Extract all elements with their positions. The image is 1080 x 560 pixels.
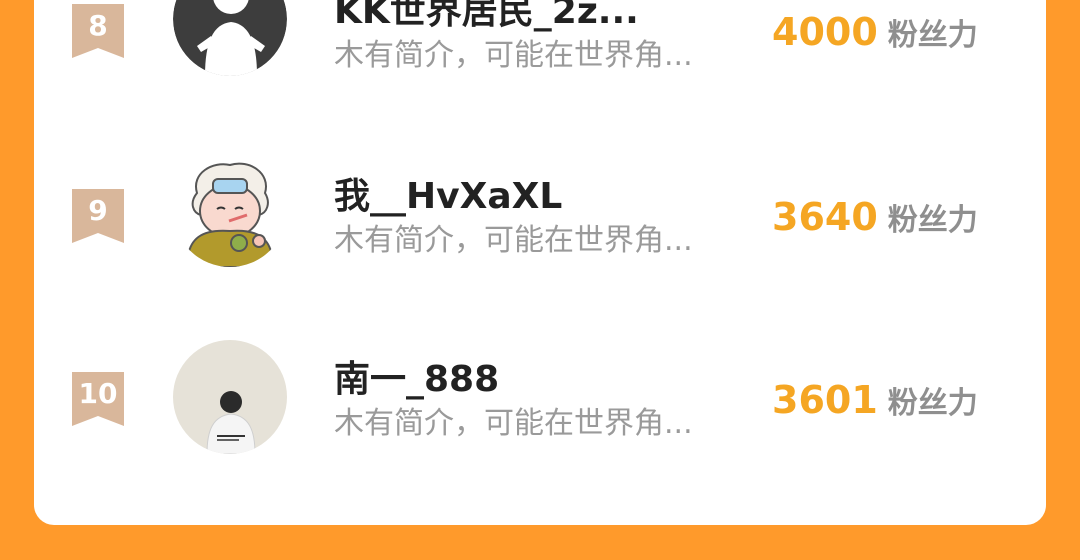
fan-power-score: 3601 粉丝力 [772,378,978,430]
score-value: 4000 [772,10,878,54]
fan-power-score: 4000 粉丝力 [772,10,978,62]
photo-person-avatar[interactable] [173,340,287,454]
user-bio: 木有简介，可能在世界角... [334,38,693,73]
score-value: 3640 [772,195,878,239]
rank-badge: 10 [72,372,124,426]
fan-power-score: 3640 粉丝力 [772,195,978,247]
score-unit: 粉丝力 [887,18,978,53]
default-person-avatar-icon[interactable] [173,0,287,76]
leaderboard-row[interactable]: 8 KK世界居民_2z... 木有简介，可能在世界角... 4000 粉丝力 [34,0,1046,100]
rank-badge: 9 [72,189,124,243]
user-name[interactable]: KK世界居民_2z... [334,0,639,34]
leaderboard-row[interactable]: 10 南一_888 木有简介，可能在世界角... 3601 粉丝力 [34,338,1046,468]
user-name[interactable]: 我__HvXaXL [334,175,562,219]
rank-number: 8 [88,9,108,42]
cartoon-character-avatar[interactable] [173,153,287,267]
score-unit: 粉丝力 [887,203,978,238]
leaderboard-card: 8 KK世界居民_2z... 木有简介，可能在世界角... 4000 粉丝力 9 [34,0,1046,525]
leaderboard-row[interactable]: 9 我__HvXaXL 木有简介，可能在世界角... 3640 粉丝力 [34,153,1046,285]
score-value: 3601 [772,378,878,422]
rank-number: 9 [88,194,108,227]
score-unit: 粉丝力 [887,386,978,421]
user-bio: 木有简介，可能在世界角... [334,223,693,258]
rank-badge: 8 [72,4,124,58]
user-name[interactable]: 南一_888 [334,358,499,402]
user-bio: 木有简介，可能在世界角... [334,406,693,441]
rank-number: 10 [78,377,118,410]
